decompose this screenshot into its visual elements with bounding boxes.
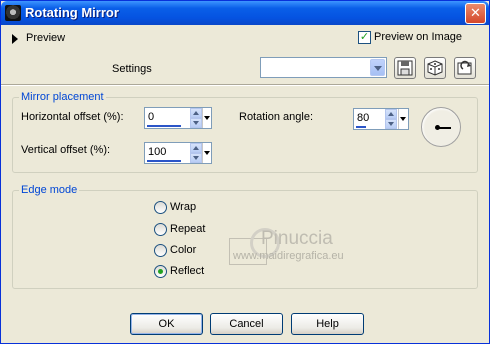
radio-reflect[interactable] [154,265,167,278]
radio-label-wrap: Wrap [170,201,197,213]
checkmark-icon[interactable]: ✓ [358,31,371,44]
reset-icon [457,60,472,75]
close-button[interactable]: ✕ [465,3,486,24]
spin-down-icon[interactable] [385,119,397,129]
preview-on-image-label: Preview on Image [374,31,463,43]
expand-triangle-icon [12,34,18,44]
radio-repeat[interactable] [154,223,167,236]
rotation-angle-label: Rotation angle: [239,111,313,123]
header-separator [1,84,489,86]
cancel-button[interactable]: Cancel [210,313,283,335]
app-icon [5,5,21,21]
spin-down-icon[interactable] [190,153,202,163]
vertical-offset-spinner[interactable]: 100 [144,142,212,164]
vertical-offset-label: Vertical offset (%): [21,144,111,156]
mirror-placement-legend: Mirror placement [19,91,106,103]
dropdown-arrow-icon[interactable] [202,108,211,128]
save-preset-button[interactable] [394,57,416,79]
dropdown-arrow-icon[interactable] [398,109,407,129]
rotation-angle-bar [356,126,366,128]
vertical-offset-arrows[interactable] [190,143,202,163]
spin-down-icon[interactable] [190,118,202,128]
save-preset-icon [397,60,413,76]
ok-button[interactable]: OK [130,313,203,335]
radio-wrap[interactable] [154,201,167,214]
radio-label-color: Color [170,244,197,256]
horizontal-offset-value[interactable]: 0 [148,111,154,123]
horizontal-offset-spinner[interactable]: 0 [144,107,212,129]
randomize-dice-icon [427,60,443,76]
spin-up-icon[interactable] [190,108,202,118]
randomize-button[interactable] [424,57,446,79]
reset-button[interactable] [454,57,476,79]
spin-up-icon[interactable] [190,143,202,153]
horizontal-offset-arrows[interactable] [190,108,202,128]
horizontal-offset-bar [147,125,181,127]
help-button[interactable]: Help [291,313,364,335]
settings-dropdown[interactable] [260,57,387,78]
rotation-angle-arrows[interactable] [385,109,397,129]
watermark-name: Pinuccia [261,228,333,249]
watermark-url: www.maidiregrafica.eu [233,250,344,262]
preview-label: Preview [26,32,66,44]
settings-label: Settings [112,63,152,75]
horizontal-offset-label: Horizontal offset (%): [21,111,124,123]
dropdown-arrow-icon[interactable] [202,143,211,163]
rotation-dial[interactable] [421,107,461,147]
radio-label-reflect: Reflect [170,265,205,277]
vertical-offset-value[interactable]: 100 [148,146,166,158]
radio-color[interactable] [154,244,167,257]
vertical-offset-bar [147,160,181,162]
spin-up-icon[interactable] [385,109,397,119]
chevron-down-icon[interactable] [370,59,385,76]
rotation-angle-value[interactable]: 80 [357,112,369,124]
radio-label-repeat: Repeat [170,223,206,235]
rotation-angle-spinner[interactable]: 80 [353,108,409,130]
dial-needle-icon [438,127,451,129]
title-bar: Rotating Mirror ✕ [1,1,489,25]
rotating-mirror-dialog: Rotating Mirror ✕ Preview ✓ Preview on I… [0,0,490,344]
window-title: Rotating Mirror [25,5,119,20]
edge-mode-legend: Edge mode [19,184,80,196]
